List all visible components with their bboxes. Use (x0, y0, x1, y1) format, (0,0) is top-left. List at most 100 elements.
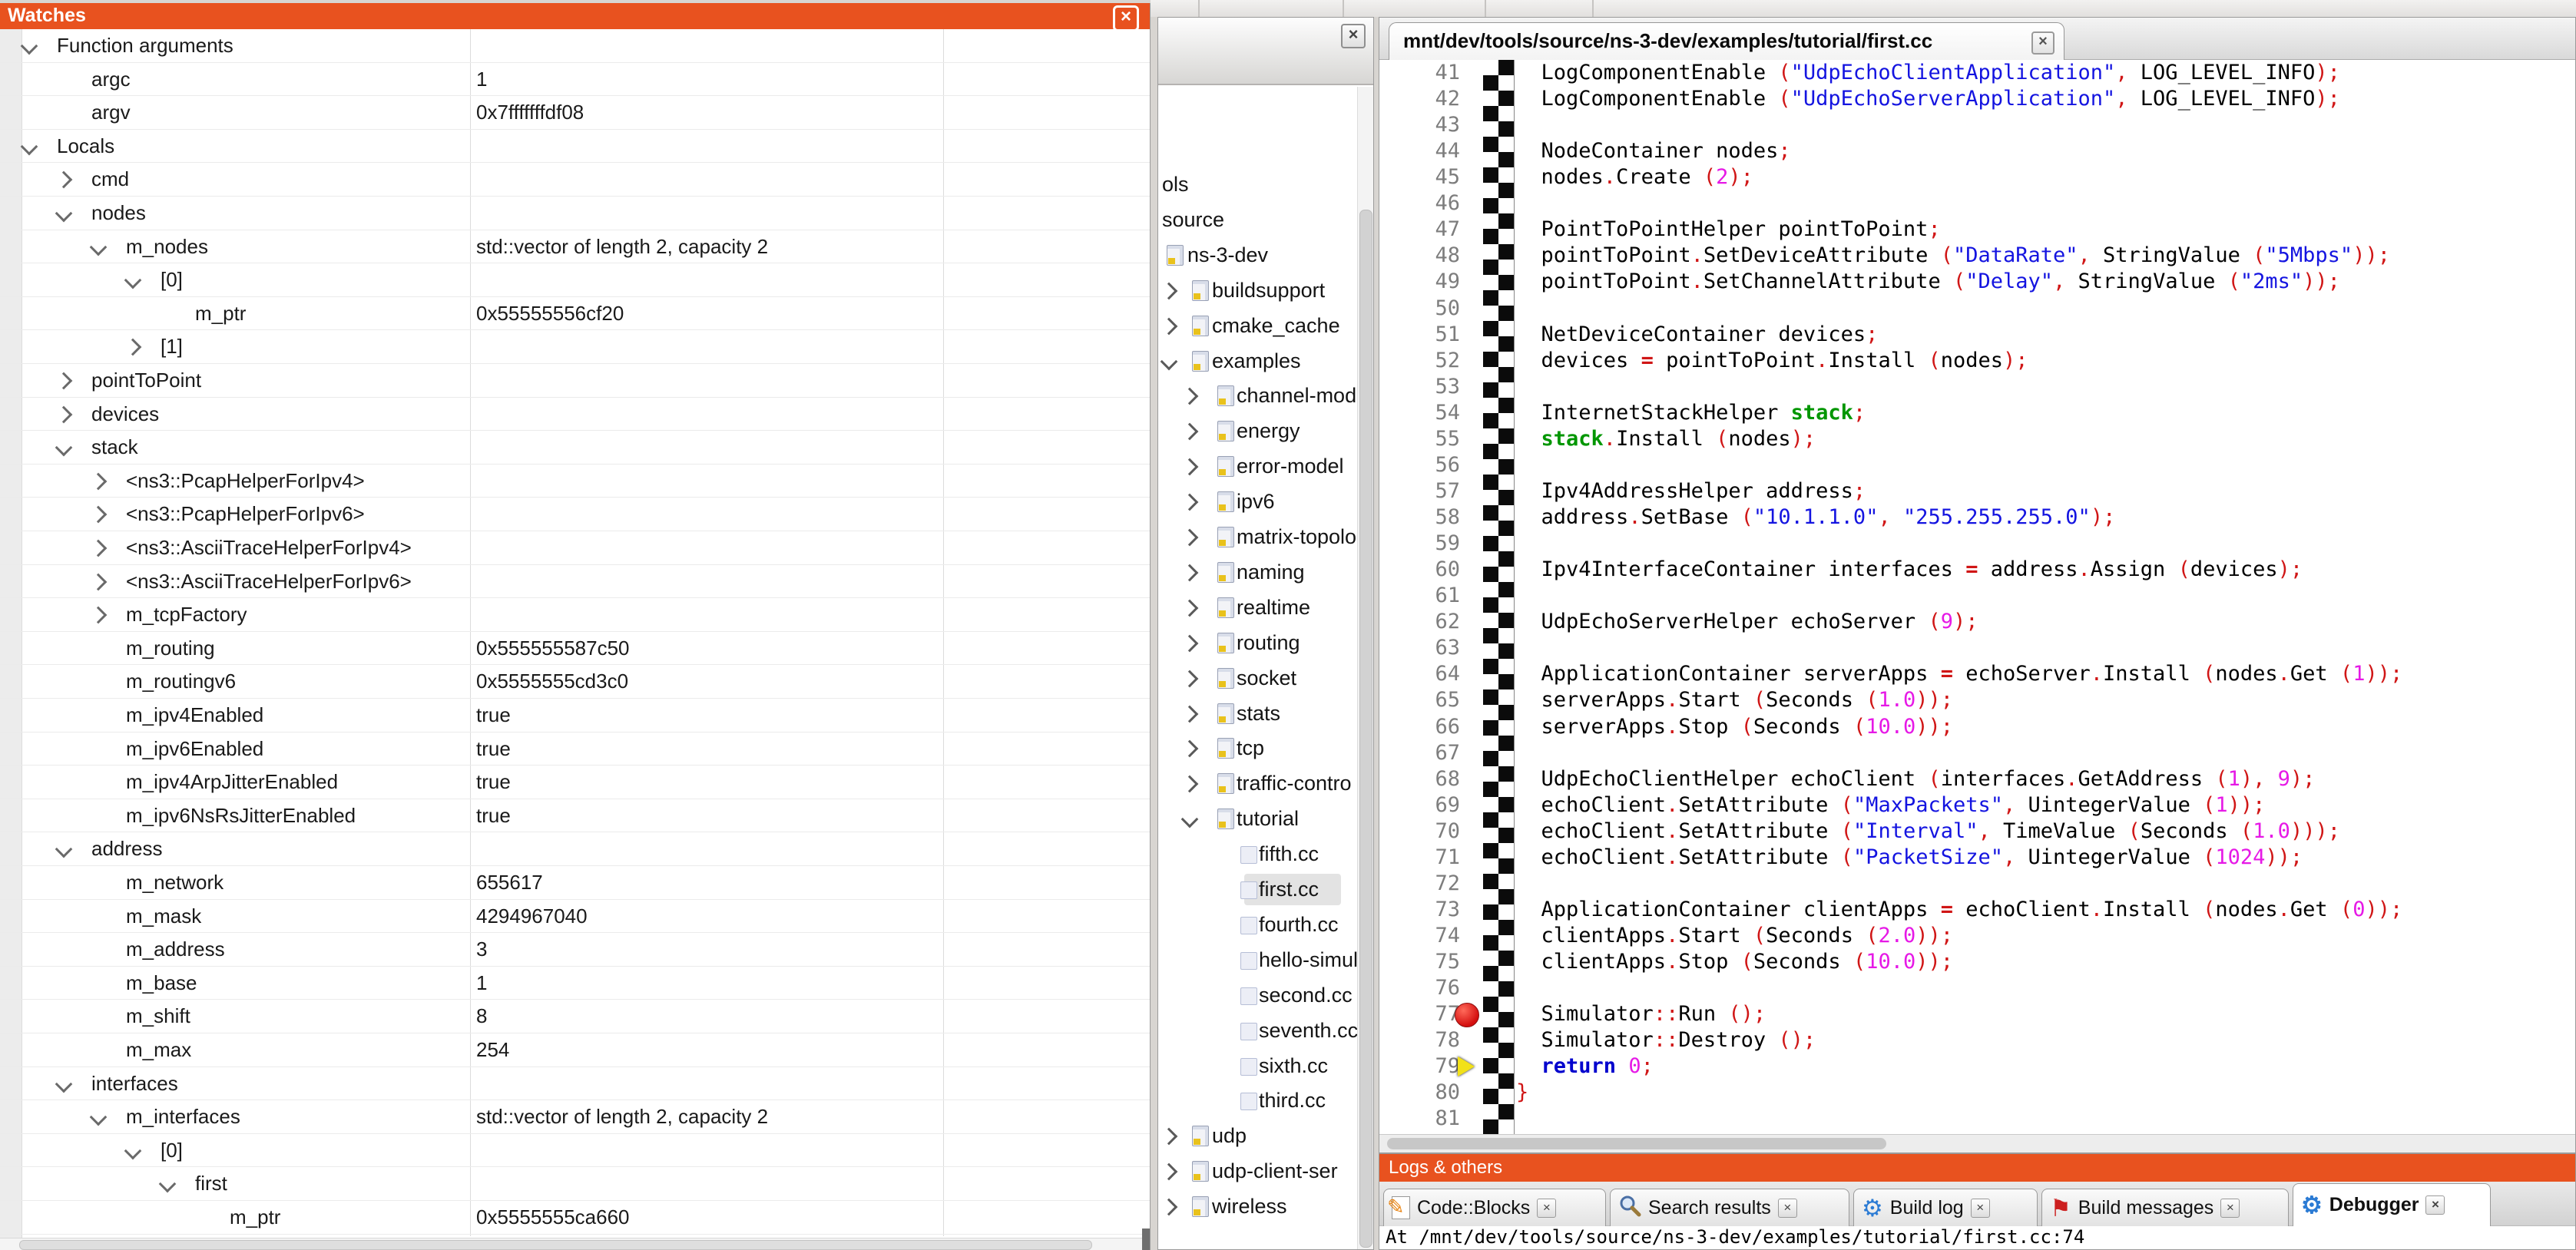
code-line-68[interactable]: 68 UdpEchoClientHelper echoClient (inter… (1379, 766, 2575, 792)
tree-item-ols[interactable]: ols (1158, 167, 1359, 202)
code-line-46[interactable]: 46 (1379, 190, 2575, 217)
tree-item-tcp[interactable]: tcp (1158, 731, 1359, 766)
tree-item-third-cc[interactable]: third.cc (1158, 1083, 1359, 1118)
watch-row-argv[interactable]: argv0x7fffffffdf08 (0, 96, 1150, 130)
line-number[interactable]: 69 (1391, 792, 1460, 818)
line-number[interactable]: 79 (1391, 1053, 1460, 1080)
tree-item-naming[interactable]: naming (1158, 555, 1359, 590)
tree-panel-header[interactable]: × (1158, 18, 1373, 85)
close-icon[interactable]: × (1341, 24, 1366, 48)
watch-row-ns3-asciitracehelperforipv6[interactable]: <ns3::AsciiTraceHelperForIpv6> (0, 565, 1150, 599)
watch-row-m-base[interactable]: m_base1 (0, 967, 1150, 1000)
expand-arrow-icon[interactable] (1161, 282, 1178, 299)
code-line-65[interactable]: 65 serverApps.Start (Seconds (1.0)); (1379, 687, 2575, 713)
code-line-70[interactable]: 70 echoClient.SetAttribute ("Interval", … (1379, 818, 2575, 845)
line-number[interactable]: 53 (1391, 374, 1460, 400)
tree-item-tutorial[interactable]: tutorial (1158, 802, 1359, 836)
tree-item-cmake-cache[interactable]: cmake_cache (1158, 309, 1359, 343)
code-line-66[interactable]: 66 serverApps.Stop (Seconds (10.0)); (1379, 714, 2575, 740)
expand-arrow-icon[interactable] (55, 171, 73, 189)
expand-arrow-icon[interactable] (1181, 740, 1199, 758)
watch-row-m-mask[interactable]: m_mask4294967040 (0, 900, 1150, 934)
logs-titlebar[interactable]: Logs & others (1379, 1154, 2575, 1182)
collapse-arrow-icon[interactable] (159, 1176, 177, 1193)
watch-row-function-arguments[interactable]: Function arguments (0, 29, 1150, 63)
expand-arrow-icon[interactable] (55, 405, 73, 423)
line-number[interactable]: 51 (1391, 322, 1460, 348)
line-number[interactable]: 43 (1391, 112, 1460, 138)
line-number[interactable]: 42 (1391, 86, 1460, 112)
watch-row-1[interactable]: [1] (0, 330, 1150, 364)
watch-row-m-ipv4enabled[interactable]: m_ipv4Enabledtrue (0, 699, 1150, 732)
tree-item-fourth-cc[interactable]: fourth.cc (1158, 908, 1359, 942)
line-number[interactable]: 44 (1391, 138, 1460, 164)
tree-item-udp-client-ser[interactable]: udp-client-ser (1158, 1154, 1359, 1189)
code-line-61[interactable]: 61 (1379, 583, 2575, 609)
watch-row-argc[interactable]: argc1 (0, 63, 1150, 97)
line-number[interactable]: 77 (1391, 1001, 1460, 1027)
expand-arrow-icon[interactable] (1181, 670, 1199, 687)
code-line-60[interactable]: 60 Ipv4InterfaceContainer interfaces = a… (1379, 557, 2575, 583)
watch-row-m-nodes[interactable]: m_nodesstd::vector of length 2, capacity… (0, 230, 1150, 264)
code-line-55[interactable]: 55 stack.Install (nodes); (1379, 426, 2575, 452)
code-line-80[interactable]: 80} (1379, 1080, 2575, 1106)
line-number[interactable]: 45 (1391, 164, 1460, 190)
code-line-69[interactable]: 69 echoClient.SetAttribute ("MaxPackets"… (1379, 792, 2575, 818)
tree-item-traffic-contro[interactable]: traffic-contro (1158, 766, 1359, 801)
tree-item-realtime[interactable]: realtime (1158, 590, 1359, 625)
line-number[interactable]: 75 (1391, 949, 1460, 975)
collapse-arrow-icon[interactable] (90, 1109, 108, 1126)
code-line-75[interactable]: 75 clientApps.Stop (Seconds (10.0)); (1379, 949, 2575, 975)
expand-arrow-icon[interactable] (1181, 458, 1199, 476)
watch-row-m-ptr[interactable]: m_ptr0x5555555ca660 (0, 1201, 1150, 1235)
watches-h-scrollbar[interactable] (0, 1238, 1142, 1250)
line-number[interactable]: 76 (1391, 975, 1460, 1001)
expand-arrow-icon[interactable] (90, 540, 108, 557)
code-line-62[interactable]: 62 UdpEchoServerHelper echoServer (9); (1379, 609, 2575, 635)
collapse-arrow-icon[interactable] (124, 272, 142, 289)
line-number[interactable]: 65 (1391, 687, 1460, 713)
code-line-72[interactable]: 72 (1379, 871, 2575, 897)
watch-row-locals[interactable]: Locals (0, 130, 1150, 164)
collapse-arrow-icon[interactable] (1181, 811, 1199, 828)
watches-titlebar[interactable]: Watches × (0, 3, 1150, 29)
code-line-51[interactable]: 51 NetDeviceContainer devices; (1379, 322, 2575, 348)
code-line-58[interactable]: 58 address.SetBase ("10.1.1.0", "255.255… (1379, 504, 2575, 531)
watch-row-ns3-pcaphelperforipv6[interactable]: <ns3::PcapHelperForIpv6> (0, 498, 1150, 531)
watch-row-m-routingv6[interactable]: m_routingv60x5555555cd3c0 (0, 665, 1150, 699)
expand-arrow-icon[interactable] (1181, 529, 1199, 547)
watch-row-address[interactable]: address (0, 832, 1150, 866)
expand-arrow-icon[interactable] (1181, 705, 1199, 723)
line-number[interactable]: 61 (1391, 583, 1460, 609)
scrollbar-thumb[interactable] (1359, 210, 1372, 1248)
line-number[interactable]: 56 (1391, 452, 1460, 478)
code-line-76[interactable]: 76 (1379, 975, 2575, 1001)
watch-row-ns3-asciitracehelperforipv4[interactable]: <ns3::AsciiTraceHelperForIpv4> (0, 531, 1150, 565)
expand-arrow-icon[interactable] (90, 472, 108, 490)
code-line-79[interactable]: 79 return 0; (1379, 1053, 2575, 1080)
close-icon[interactable]: × (2220, 1199, 2240, 1218)
watch-row-devices[interactable]: devices (0, 398, 1150, 432)
tree-item-socket[interactable]: socket (1158, 661, 1359, 696)
tree-item-first-cc[interactable]: first.cc (1158, 872, 1359, 907)
code-line-56[interactable]: 56 (1379, 452, 2575, 478)
line-number[interactable]: 48 (1391, 243, 1460, 269)
collapse-arrow-icon[interactable] (21, 137, 38, 155)
code-line-74[interactable]: 74 clientApps.Start (Seconds (2.0)); (1379, 923, 2575, 949)
watch-row-pointtopoint[interactable]: pointToPoint (0, 364, 1150, 398)
line-number[interactable]: 47 (1391, 217, 1460, 243)
expand-arrow-icon[interactable] (1161, 1163, 1178, 1181)
code-line-49[interactable]: 49 pointToPoint.SetChannelAttribute ("De… (1379, 269, 2575, 295)
collapse-arrow-icon[interactable] (90, 238, 108, 256)
log-tab-search-results[interactable]: Search results× (1610, 1189, 1849, 1226)
watch-row-cmd[interactable]: cmd (0, 163, 1150, 197)
scrollbar-thumb[interactable] (19, 1240, 1092, 1250)
watch-row-m-shift[interactable]: m_shift8 (0, 1000, 1150, 1033)
expand-arrow-icon[interactable] (1181, 775, 1199, 793)
line-number[interactable]: 70 (1391, 818, 1460, 845)
code-area[interactable]: 41 LogComponentEnable ("UdpEchoClientApp… (1379, 60, 2575, 1134)
watch-row-m-ipv6nsrsjitterenabled[interactable]: m_ipv6NsRsJitterEnabledtrue (0, 799, 1150, 833)
code-line-67[interactable]: 67 (1379, 740, 2575, 766)
tree-item-routing[interactable]: routing (1158, 626, 1359, 660)
tree-item-seventh-cc[interactable]: seventh.cc (1158, 1014, 1359, 1048)
